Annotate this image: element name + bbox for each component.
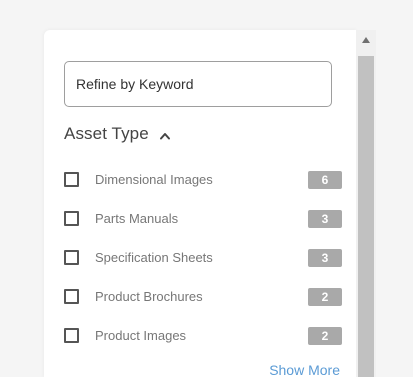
checkbox[interactable] bbox=[64, 328, 79, 343]
keyword-search-input[interactable] bbox=[64, 61, 332, 107]
filter-panel: Asset Type Dimensional Images 6 Parts Ma… bbox=[44, 30, 356, 377]
facet-item-parts-manuals[interactable]: Parts Manuals 3 bbox=[64, 199, 342, 238]
scroll-thumb[interactable] bbox=[358, 56, 374, 377]
facet-item-product-brochures[interactable]: Product Brochures 2 bbox=[64, 277, 342, 316]
facet-label: Specification Sheets bbox=[95, 250, 213, 265]
count-badge: 6 bbox=[308, 170, 342, 189]
triangle-up-icon bbox=[361, 31, 371, 49]
asset-type-heading: Asset Type bbox=[64, 124, 149, 143]
asset-type-list: Dimensional Images 6 Parts Manuals 3 Spe… bbox=[64, 160, 342, 355]
show-more-link[interactable]: Show More bbox=[269, 362, 340, 377]
facet-label: Product Images bbox=[95, 328, 187, 343]
checkbox[interactable] bbox=[64, 250, 79, 265]
facet-label: Parts Manuals bbox=[95, 211, 179, 226]
scrollbar[interactable] bbox=[356, 30, 376, 377]
facet-item-product-images[interactable]: Product Images 2 bbox=[64, 316, 342, 355]
checkbox[interactable] bbox=[64, 289, 79, 304]
count-badge: 2 bbox=[308, 326, 342, 345]
asset-type-toggle[interactable]: Asset Type bbox=[64, 123, 171, 145]
facet-item-specification-sheets[interactable]: Specification Sheets 3 bbox=[64, 238, 342, 277]
count-badge: 3 bbox=[308, 248, 342, 267]
facet-label: Product Brochures bbox=[95, 289, 203, 304]
chevron-up-icon bbox=[159, 129, 171, 141]
count-badge: 2 bbox=[308, 287, 342, 306]
facet-item-dimensional-images[interactable]: Dimensional Images 6 bbox=[64, 160, 342, 199]
facet-label: Dimensional Images bbox=[95, 172, 213, 187]
checkbox[interactable] bbox=[64, 172, 79, 187]
checkbox[interactable] bbox=[64, 211, 79, 226]
scroll-up-button[interactable] bbox=[356, 30, 376, 50]
count-badge: 3 bbox=[308, 209, 342, 228]
